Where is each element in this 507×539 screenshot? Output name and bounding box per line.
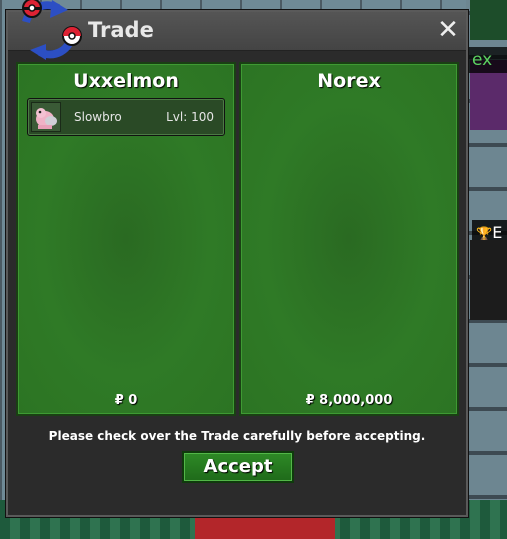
player-nametag-partial: ex (468, 47, 507, 73)
money-offer: ₽ 0 (114, 393, 138, 408)
trade-warning-text: Please check over the Trade carefully be… (48, 429, 426, 443)
trader-name: Uxxelmon (73, 70, 179, 92)
background-carpet (195, 516, 335, 539)
money-offer: ₽ 8,000,000 (305, 393, 393, 408)
background-foliage (470, 0, 507, 40)
trade-item-slot[interactable]: Slowbro Lvl: 100 (27, 98, 225, 136)
trade-arrows-icon (22, 0, 82, 60)
trader-name: Norex (317, 70, 381, 92)
trade-window: Trade ✕ Uxxelmon Slowbro Lvl: 100 ₽ 0 No… (6, 0, 468, 517)
offer-panel-norex: Norex ₽ 8,000,000 (239, 62, 459, 416)
window-title: Trade (88, 18, 154, 42)
background-npc-sprite (470, 240, 507, 320)
close-button[interactable]: ✕ (434, 16, 462, 44)
accept-button[interactable]: Accept (182, 451, 294, 483)
offer-panel-uxxelmon: Uxxelmon Slowbro Lvl: 100 ₽ 0 (16, 62, 236, 416)
slowbro-sprite-icon (31, 102, 61, 132)
item-name: Slowbro (74, 110, 122, 124)
item-level: Lvl: 100 (166, 110, 214, 124)
